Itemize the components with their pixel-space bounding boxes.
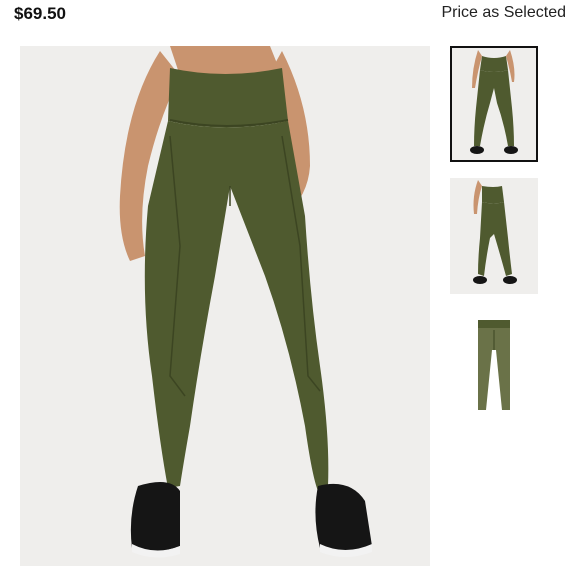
thumbnail-model-side[interactable]	[450, 178, 538, 294]
price-note: Price as Selected	[441, 4, 566, 21]
main-product-image	[20, 46, 430, 566]
thumbnail-flat-lay[interactable]	[450, 310, 538, 426]
product-price: $69.50	[14, 4, 66, 23]
thumbnail-model-front[interactable]	[450, 46, 538, 162]
